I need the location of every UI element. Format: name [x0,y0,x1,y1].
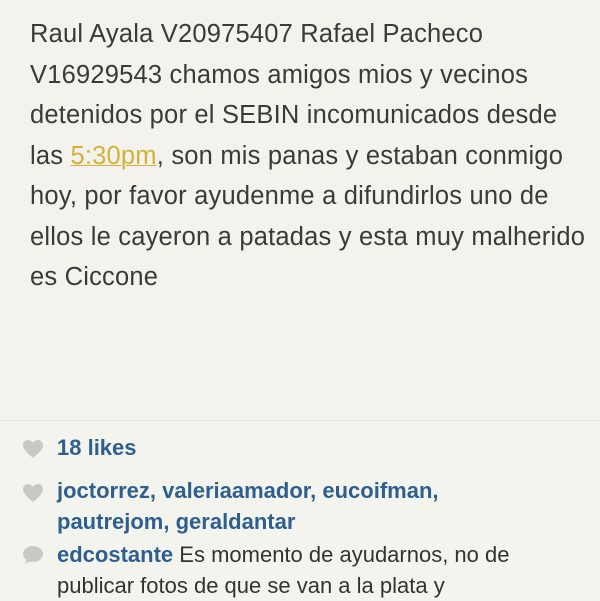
liker-username[interactable]: valeriaamador [162,478,310,503]
post-footer: 18 likes joctorrez, valeriaamador, eucoi… [0,420,600,601]
time-link[interactable]: 5:30pm [70,142,156,170]
heart-icon [22,483,44,503]
post-card: Raul Ayala V20975407 Rafael Pacheco V169… [0,0,600,420]
comment-bubble-icon [22,545,44,565]
liker-username[interactable]: geraldantar [176,509,296,534]
heart-icon [22,439,44,459]
likes-count[interactable]: 18 likes [57,433,137,463]
post-caption: Raul Ayala V20975407 Rafael Pacheco V169… [30,14,590,298]
liker-username[interactable]: joctorrez [57,478,150,503]
likers-list: joctorrez, valeriaamador, eucoifman, paut… [57,478,439,534]
comment-username[interactable]: edcostante [57,542,173,567]
liker-username[interactable]: eucoifman [322,478,432,503]
comment-body: edcostante Es momento de ayudarnos, no d… [57,539,592,601]
liker-username[interactable]: pautrejom [57,509,163,534]
